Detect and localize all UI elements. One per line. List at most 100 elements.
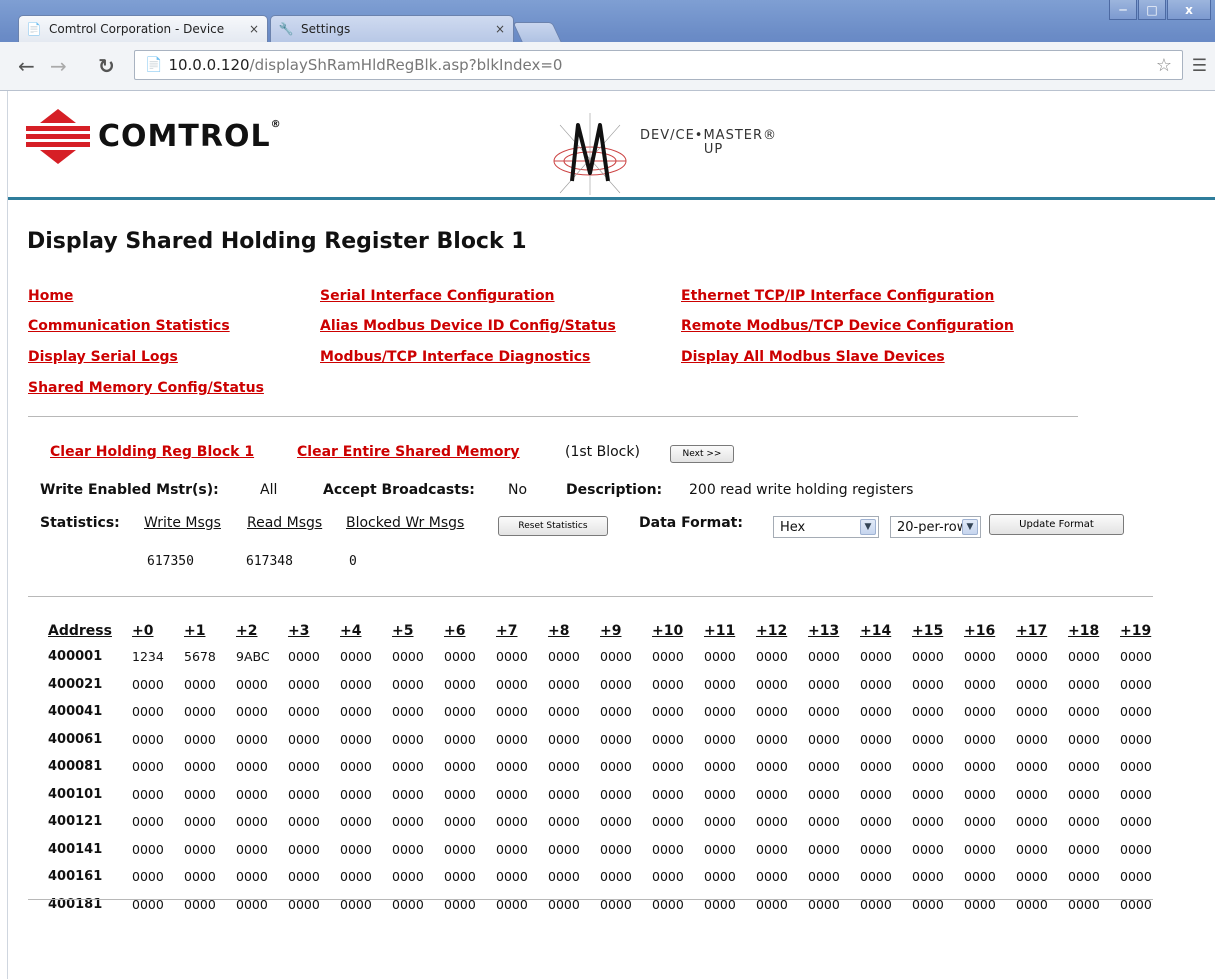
register-value: 0000 <box>600 759 632 775</box>
nav-serial-logs-link[interactable]: Display Serial Logs <box>28 349 178 365</box>
chevron-down-icon: ▼ <box>962 519 978 535</box>
read-msgs-label: Read Msgs <box>247 515 323 531</box>
minimize-button[interactable]: ─ <box>1109 0 1137 20</box>
register-value: 0000 <box>600 649 632 665</box>
column-header-offset: +8 <box>548 623 570 639</box>
register-value: 0000 <box>756 896 788 912</box>
register-value: 0000 <box>288 704 320 720</box>
maximize-button[interactable]: □ <box>1138 0 1166 20</box>
description-label: Description: <box>566 482 663 498</box>
table-row: 400001 1234 5678 9ABC 0000 0000 0000 0000 0000 00… <box>48 643 1172 671</box>
column-header-offset: +10 <box>652 623 684 639</box>
register-value: 0000 <box>444 759 476 775</box>
new-tab-button[interactable] <box>512 22 562 42</box>
block-note: (1st Block) <box>565 444 640 460</box>
register-value: 0000 <box>808 841 840 857</box>
register-value: 0000 <box>496 759 528 775</box>
register-value: 0000 <box>652 841 684 857</box>
register-value: 0000 <box>704 676 736 692</box>
nav-shared-memory-link[interactable]: Shared Memory Config/Status <box>28 380 264 396</box>
register-value: 0000 <box>392 896 424 912</box>
register-value: 0000 <box>392 704 424 720</box>
register-value: 0000 <box>756 786 788 802</box>
nav-ethernet-config-link[interactable]: Ethernet TCP/IP Interface Configuration <box>681 288 994 304</box>
write-enabled-label: Write Enabled Mstr(s): <box>40 482 219 498</box>
table-row: 400141 0000 0000 0000 0000 0000 0000 0000 0000 00… <box>48 836 1172 864</box>
register-value: 0000 <box>288 841 320 857</box>
per-row-select[interactable]: 20-per-row ▼ <box>890 516 981 538</box>
column-header-offset: +16 <box>964 623 996 639</box>
next-button[interactable]: Next >> <box>670 445 734 463</box>
register-value: 0000 <box>860 704 892 720</box>
register-value: 0000 <box>912 786 944 802</box>
forward-arrow-icon[interactable]: → <box>50 54 67 78</box>
write-msgs-value: 617350 <box>147 554 194 569</box>
register-value: 0000 <box>184 814 216 830</box>
register-value: 0000 <box>756 704 788 720</box>
register-value: 0000 <box>548 731 580 747</box>
nav-remote-modbus-tcp-link[interactable]: Remote Modbus/TCP Device Configuration <box>681 318 1014 334</box>
register-value: 0000 <box>808 649 840 665</box>
register-value: 0000 <box>132 731 164 747</box>
register-value: 0000 <box>444 649 476 665</box>
register-value: 0000 <box>756 759 788 775</box>
register-value: 0000 <box>184 869 216 885</box>
tab-comtrol[interactable]: 📄 Comtrol Corporation - Device × <box>18 15 268 42</box>
register-value: 0000 <box>756 731 788 747</box>
update-format-button[interactable]: Update Format <box>989 514 1124 535</box>
register-value: 0000 <box>1120 676 1152 692</box>
reload-icon[interactable]: ↻ <box>98 54 115 78</box>
address-bar[interactable]: 📄 10.0.0.120/displayShRamHldRegBlk.asp?b… <box>134 50 1183 80</box>
register-value: 0000 <box>236 759 268 775</box>
nav-communication-statistics-link[interactable]: Communication Statistics <box>28 318 230 334</box>
blocked-wr-msgs-value: 0 <box>349 554 357 569</box>
clear-shared-memory-link[interactable]: Clear Entire Shared Memory <box>297 444 520 460</box>
reset-statistics-button[interactable]: Reset Statistics <box>498 516 608 536</box>
register-value: 0000 <box>340 731 372 747</box>
nav-alias-modbus-link[interactable]: Alias Modbus Device ID Config/Status <box>320 318 616 334</box>
register-value: 0000 <box>132 704 164 720</box>
register-address: 400141 <box>48 841 103 857</box>
nav-serial-interface-config-link[interactable]: Serial Interface Configuration <box>320 288 555 304</box>
column-header-offset: +15 <box>912 623 944 639</box>
register-value: 0000 <box>496 896 528 912</box>
nav-home-link[interactable]: Home <box>28 288 73 304</box>
register-value: 0000 <box>184 704 216 720</box>
bookmark-star-icon[interactable]: ☆ <box>1156 55 1172 76</box>
table-row: 400041 0000 0000 0000 0000 0000 0000 0000 0000 00… <box>48 698 1172 726</box>
register-value: 0000 <box>496 869 528 885</box>
register-value: 0000 <box>808 869 840 885</box>
register-value: 0000 <box>392 759 424 775</box>
column-header-offset: +13 <box>808 623 840 639</box>
register-value: 0000 <box>236 676 268 692</box>
register-value: 0000 <box>132 896 164 912</box>
register-value: 0000 <box>1016 731 1048 747</box>
register-value: 0000 <box>184 896 216 912</box>
register-value: 0000 <box>756 649 788 665</box>
register-value: 0000 <box>600 896 632 912</box>
data-format-select[interactable]: Hex ▼ <box>773 516 879 538</box>
clear-holding-reg-block-link[interactable]: Clear Holding Reg Block 1 <box>50 444 254 460</box>
register-value: 0000 <box>860 731 892 747</box>
back-arrow-icon[interactable]: ← <box>18 54 35 78</box>
chevron-down-icon: ▼ <box>860 519 876 535</box>
divider <box>28 899 1153 900</box>
per-row-value: 20-per-row <box>897 519 968 535</box>
register-value: 0000 <box>288 896 320 912</box>
register-value: 0000 <box>652 814 684 830</box>
close-icon[interactable]: × <box>249 22 259 36</box>
tab-settings[interactable]: 🔧 Settings × <box>270 15 514 42</box>
close-window-button[interactable]: x <box>1167 0 1211 20</box>
column-header-offset: +9 <box>600 623 622 639</box>
close-icon[interactable]: × <box>495 22 505 36</box>
register-value: 0000 <box>964 814 996 830</box>
register-value: 0000 <box>340 841 372 857</box>
register-value: 0000 <box>912 814 944 830</box>
register-value: 0000 <box>600 704 632 720</box>
menu-icon[interactable]: ☰ <box>1192 56 1207 76</box>
nav-modbus-slave-devices-link[interactable]: Display All Modbus Slave Devices <box>681 349 945 365</box>
nav-modbus-tcp-diagnostics-link[interactable]: Modbus/TCP Interface Diagnostics <box>320 349 590 365</box>
header-logos: COMTROL® DEV/CE•MASTER® UP <box>20 103 1210 198</box>
register-value: 0000 <box>652 649 684 665</box>
register-value: 0000 <box>600 731 632 747</box>
